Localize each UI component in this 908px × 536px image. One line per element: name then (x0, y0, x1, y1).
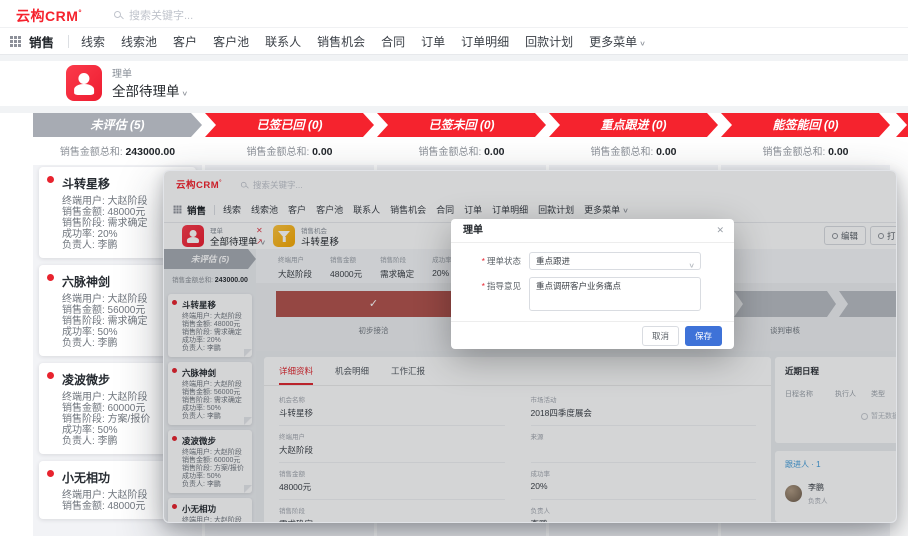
status-dot (47, 470, 54, 477)
ticket-person-icon (66, 65, 102, 101)
stage-tab[interactable]: 已签未回 (0) (377, 113, 546, 137)
chevron-down-icon: ∨ (182, 89, 189, 97)
nav-item[interactable]: 订单明细 (461, 33, 509, 50)
divider-strip (0, 106, 908, 113)
nav-item[interactable]: 客户池 (213, 33, 249, 50)
cancel-button[interactable]: 取消 (642, 326, 679, 346)
status-dot (47, 372, 54, 379)
stage-sum: 销售金额总和: 0.00 (549, 143, 718, 158)
chevron-down-icon: ∨ (639, 39, 646, 47)
advice-textarea[interactable]: 重点调研客户业务痛点 (529, 277, 701, 311)
nav-item[interactable]: 回款计划 (525, 33, 573, 50)
stage-tab[interactable]: 已签已回 (0) (205, 113, 374, 137)
stage-sum: 销售金额总和: 0.00 (721, 143, 890, 158)
status-select[interactable]: 重点跟进∨ (529, 252, 701, 270)
global-search-input[interactable]: 搜索关键字... (114, 7, 193, 23)
search-placeholder: 搜索关键字... (129, 7, 193, 23)
nav-item[interactable]: 订单 (421, 33, 445, 50)
nav-items: 线索线索池客户客户池联系人销售机会合同订单订单明细回款计划 (81, 33, 573, 50)
nav-item[interactable]: 线索池 (121, 33, 157, 50)
nav-item[interactable]: 合同 (381, 33, 405, 50)
nav-more-menu[interactable]: 更多菜单∨ (589, 33, 646, 50)
stage-tab[interactable]: 未评估 (5) (33, 113, 202, 137)
ticket-type-label: 理单 (112, 65, 132, 80)
stage-sum: 销售金额总和: 0.00 (205, 143, 374, 158)
stage-sum: 销售金额总和: 243000.00 (33, 143, 202, 158)
search-icon (114, 11, 123, 20)
topbar: 云构CRM° 搜索关键字... (0, 0, 908, 28)
status-field-label: *理单状态 (451, 255, 521, 267)
ticket-modal: 理单 ✕ *理单状态 重点跟进∨ *指导意见 重点调研客户业务痛点 取消 保存 (451, 219, 734, 349)
stage-sums: 销售金额总和: 243000.00销售金额总和: 0.00销售金额总和: 0.0… (33, 143, 890, 158)
save-button[interactable]: 保存 (685, 326, 722, 346)
screen: 云构CRM° 搜索关键字... 销售 线索线索池客户客户池联系人销售机会合同订单… (0, 0, 908, 536)
required-mark: * (482, 256, 485, 266)
required-mark: * (482, 281, 485, 291)
status-dot (47, 274, 54, 281)
modal-footer: 取消 保存 (451, 321, 734, 349)
nav-item[interactable]: 线索 (81, 33, 105, 50)
detail-window: 云构CRM° 搜索关键字... 销售 线索线索池客户客户池联系人销售机会合同订单… (163, 170, 897, 523)
app-grid-icon[interactable] (10, 36, 21, 47)
modal-title: 理单 (451, 219, 734, 243)
ticket-header: 理单 全部待理单∨ (0, 61, 908, 106)
nav-module-sales[interactable]: 销售 (29, 32, 54, 51)
chevron-down-icon: ∨ (688, 259, 695, 271)
close-icon[interactable]: ✕ (716, 226, 724, 235)
status-dot (47, 176, 54, 183)
nav-item[interactable]: 客户 (173, 33, 197, 50)
stage-sum: 销售金额总和: 0.00 (377, 143, 546, 158)
stage-tab[interactable]: 能签能回 (0) (721, 113, 890, 137)
nav-item[interactable]: 联系人 (265, 33, 301, 50)
advice-field-label: *指导意见 (451, 280, 521, 292)
stage-arrow-partial (896, 113, 908, 137)
logo-badge: ° (78, 8, 82, 17)
stage-tabs: 未评估 (5)已签已回 (0)已签未回 (0)重点跟进 (0)能签能回 (0) (33, 113, 890, 137)
main-nav: 销售 线索线索池客户客户池联系人销售机会合同订单订单明细回款计划 更多菜单∨ (0, 28, 908, 55)
brand-logo: 云构CRM° (16, 6, 82, 26)
stage-tab[interactable]: 重点跟进 (0) (549, 113, 718, 137)
nav-item[interactable]: 销售机会 (317, 33, 365, 50)
ticket-filter-select[interactable]: 全部待理单∨ (112, 80, 188, 100)
nav-divider (68, 35, 69, 48)
